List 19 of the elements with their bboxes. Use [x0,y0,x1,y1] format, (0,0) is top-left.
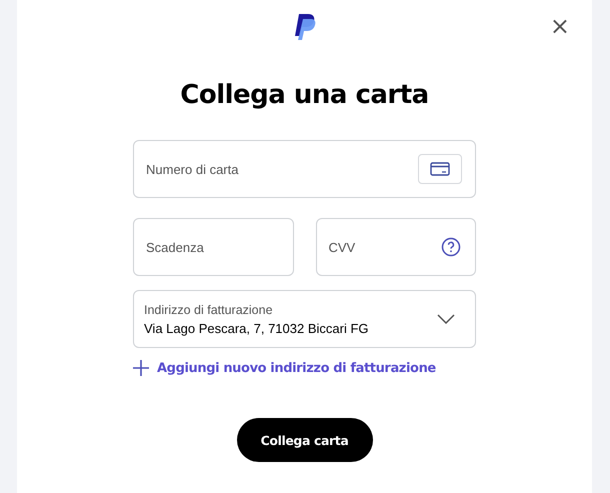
cvv-input[interactable]: CVV [326,238,441,256]
help-icon[interactable] [441,237,461,257]
chevron-down-icon [437,314,455,324]
plus-icon [133,360,149,376]
close-button[interactable]: × [546,12,574,40]
field-label: Indirizzo di fatturazione [144,302,274,316]
expiry-input[interactable]: Scadenza [144,238,278,256]
submit-button[interactable]: Collega carta [236,418,372,462]
cvv-field[interactable]: CVV [316,218,476,276]
billing-address-select[interactable]: Indirizzo di fatturazione Via Lago Pescara, 7, 71032 Biccari FG [133,290,476,348]
field-value: Via Lago Pescara, 7, 71032 Biccari FG [144,320,368,336]
logo-icon [294,14,316,40]
expiry-field[interactable]: Scadenza [133,218,294,276]
add-address-link[interactable]: Aggiungi nuovo indirizzo di fatturazione [133,360,436,376]
card-number-input[interactable]: Numero di carta [144,160,418,178]
page-title: Collega una carta [180,80,429,110]
card-number-field[interactable]: Numero di carta [133,140,476,198]
credit-card-icon [430,162,450,176]
card-icon-button[interactable] [418,154,462,184]
